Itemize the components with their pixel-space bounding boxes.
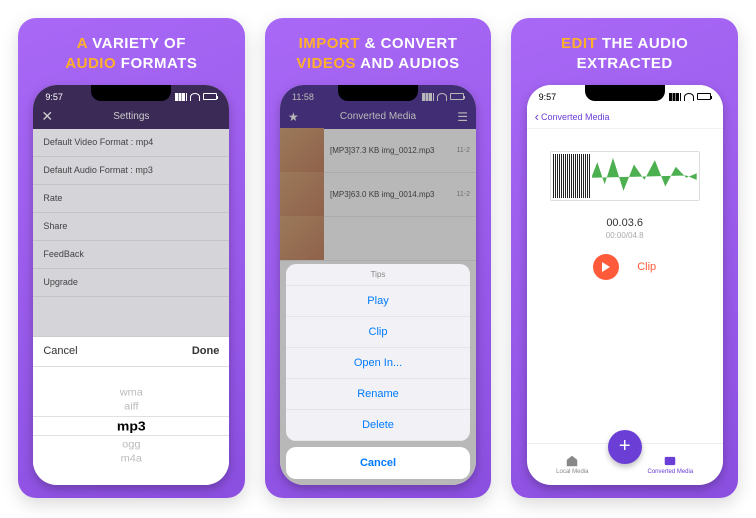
settings-row[interactable]: Upgrade (33, 269, 229, 297)
settings-row[interactable]: Default Audio Format : mp3 (33, 157, 229, 185)
sheet-open-in[interactable]: Open In... (286, 348, 470, 379)
sheet-play[interactable]: Play (286, 286, 470, 317)
picker-done[interactable]: Done (192, 345, 220, 357)
phone-b: 11:58 ★ Converted Media ☰ [MP3]37.3 KB i… (280, 85, 476, 485)
phone-c: 9:57 ‹ Converted Media 00.03.6 00:00/04.… (527, 85, 723, 485)
status-icons (175, 93, 217, 101)
caption-b: IMPORT & CONVERT VIDEOS AND AUDIOS (296, 34, 459, 75)
status-icons (669, 93, 711, 101)
caption-c: EDIT THE AUDIO EXTRACTED (561, 34, 688, 75)
action-sheet-overlay[interactable]: Tips Play Clip Open In... Rename Delete … (280, 85, 476, 485)
format-picker[interactable]: Cancel Done wma aiff mp3 ogg m4a (33, 336, 229, 485)
settings-row[interactable]: Rate (33, 185, 229, 213)
sheet-clip[interactable]: Clip (286, 317, 470, 348)
tab-converted-media[interactable]: Converted Media (647, 454, 693, 475)
total-time: 00:00/04.8 (606, 231, 644, 240)
picker-wheel[interactable]: wma aiff mp3 ogg m4a (33, 367, 229, 485)
audio-editor: 00.03.6 00:00/04.8 Clip (527, 129, 723, 443)
current-time: 00.03.6 (606, 217, 644, 229)
sheet-title: Tips (286, 264, 470, 286)
sheet-cancel[interactable]: Cancel (286, 447, 470, 479)
status-time: 9:57 (539, 92, 557, 102)
play-button[interactable] (593, 254, 619, 280)
promo-card-convert: IMPORT & CONVERT VIDEOS AND AUDIOS 11:58… (265, 18, 492, 498)
chevron-left-icon: ‹ (535, 109, 539, 124)
phone-a: 9:57 ✕ Settings Default Video Format : m… (33, 85, 229, 485)
action-sheet: Tips Play Clip Open In... Rename Delete (286, 264, 470, 441)
picker-selected: mp3 (33, 416, 229, 436)
back-button[interactable]: ‹ Converted Media (527, 105, 723, 129)
status-time: 9:57 (45, 92, 63, 102)
sheet-rename[interactable]: Rename (286, 379, 470, 410)
add-button[interactable]: + (608, 430, 642, 464)
tab-local-media[interactable]: Local Media (556, 454, 588, 475)
nav-title: Settings (113, 111, 149, 122)
settings-row[interactable]: FeedBack (33, 241, 229, 269)
promo-card-edit: EDIT THE AUDIO EXTRACTED 9:57 ‹ Converte… (511, 18, 738, 498)
close-icon[interactable]: ✕ (41, 108, 53, 125)
picker-cancel[interactable]: Cancel (43, 345, 77, 357)
settings-row[interactable]: Share (33, 213, 229, 241)
waveform[interactable] (550, 151, 700, 201)
sheet-delete[interactable]: Delete (286, 410, 470, 441)
promo-card-formats: A VARIETY OF AUDIO FORMATS 9:57 ✕ Settin… (18, 18, 245, 498)
tab-bar: Local Media + Converted Media (527, 443, 723, 485)
caption-a: A VARIETY OF AUDIO FORMATS (65, 34, 197, 75)
clip-button[interactable]: Clip (637, 261, 656, 273)
settings-row[interactable]: Default Video Format : mp4 (33, 129, 229, 157)
